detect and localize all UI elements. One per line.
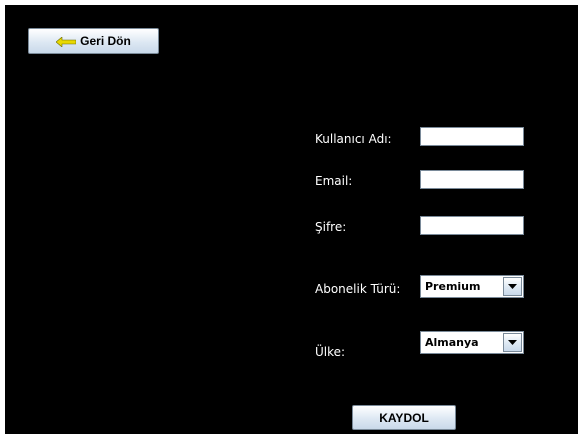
country-select[interactable]: Almanya xyxy=(420,331,524,354)
country-value: Almanya xyxy=(425,336,479,349)
password-input[interactable] xyxy=(420,216,524,235)
caret-down-icon[interactable] xyxy=(503,333,522,352)
username-label: Kullanıcı Adı: xyxy=(315,132,392,146)
subscription-type-select[interactable]: Premium xyxy=(420,275,524,298)
app-window: Geri Dön Kullanıcı Adı: Email: Şifre: Ab… xyxy=(0,0,583,439)
registration-panel: Geri Dön Kullanıcı Adı: Email: Şifre: Ab… xyxy=(5,5,578,434)
subscription-type-label: Abonelik Türü: xyxy=(315,282,401,296)
country-label: Ülke: xyxy=(315,345,346,359)
email-input[interactable] xyxy=(420,170,524,189)
register-button-label: KAYDOL xyxy=(379,410,429,425)
back-button-label: Geri Dön xyxy=(80,34,131,48)
arrow-left-icon xyxy=(55,36,77,48)
register-button[interactable]: KAYDOL xyxy=(352,405,456,430)
caret-down-icon[interactable] xyxy=(503,277,522,296)
username-input[interactable] xyxy=(420,127,524,146)
email-label: Email: xyxy=(315,174,353,188)
back-button[interactable]: Geri Dön xyxy=(28,28,159,54)
subscription-type-value: Premium xyxy=(425,280,481,293)
password-label: Şifre: xyxy=(315,220,347,234)
